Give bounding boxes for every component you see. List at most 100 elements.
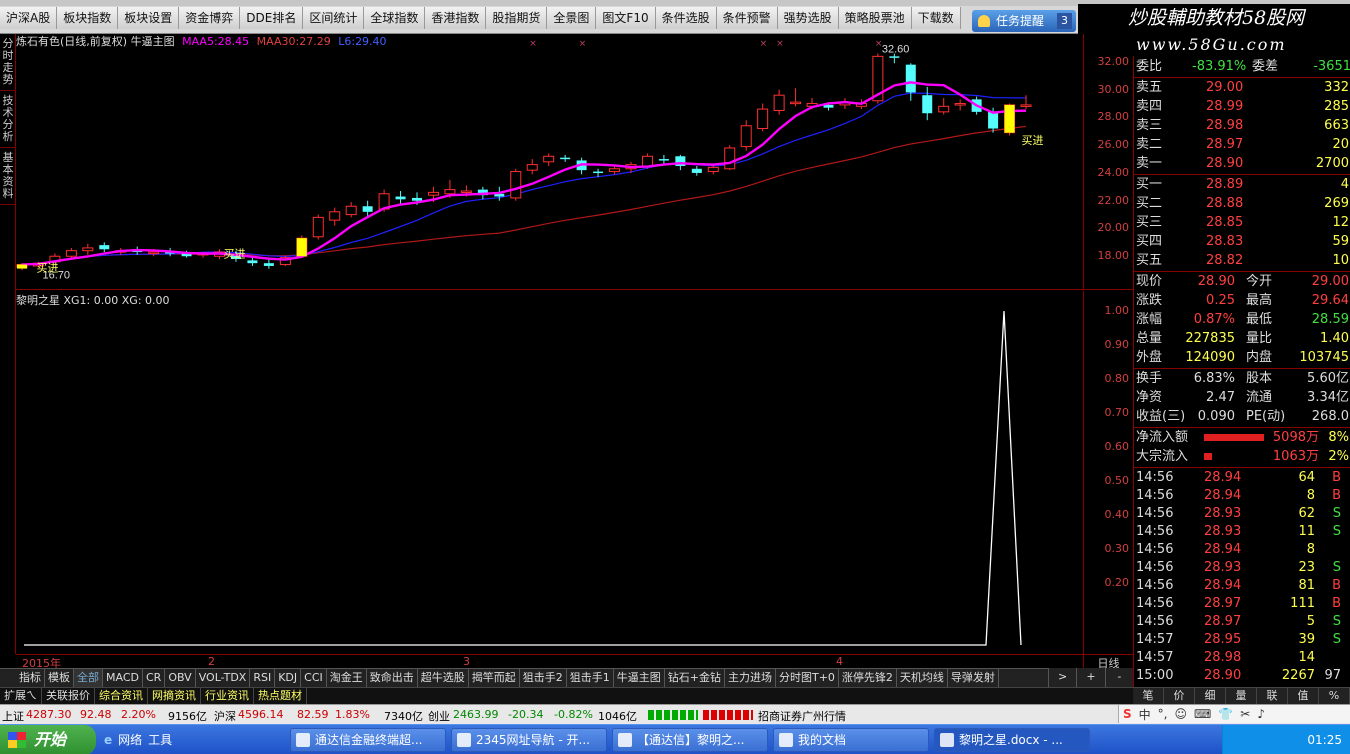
tick-row[interactable]: 14:56 28.97 5 S <box>1134 613 1350 631</box>
fund-flow-row[interactable]: 净流入额 5098万 8% <box>1134 429 1350 447</box>
indicator-tab[interactable]: RSI <box>250 669 276 687</box>
tick-row[interactable]: 15:00 28.90 2267 97 <box>1134 667 1350 685</box>
tick-row[interactable]: 14:56 28.94 81 B <box>1134 577 1350 595</box>
fundamental-row[interactable]: 收益(三) 0.090 PE(动) 268.0 <box>1134 408 1350 426</box>
indicator-tab[interactable]: 狙击手2 <box>520 669 567 687</box>
toolbar-tab[interactable]: 图文F10 <box>596 7 656 29</box>
quote-tab[interactable]: 联 <box>1257 688 1288 704</box>
toolbar-tab[interactable]: 强势选股 <box>777 7 839 29</box>
indicator-tab[interactable]: MACD <box>103 669 143 687</box>
indicator-tab[interactable]: CCI <box>301 669 327 687</box>
indicator-tab[interactable]: 钻石+金钻 <box>665 669 725 687</box>
indicator-tab[interactable]: 天机均线 <box>897 669 948 687</box>
chart-nav-button[interactable]: - <box>1104 668 1133 687</box>
toolbar-tab[interactable]: 板块指数 <box>57 7 119 29</box>
ie-icon[interactable]: e <box>104 729 112 751</box>
network-menu[interactable]: 网络 <box>118 729 142 751</box>
tick-row[interactable]: 14:56 28.97 111 B <box>1134 595 1350 613</box>
stat-row[interactable]: 涨跌 0.25 最高 29.64 <box>1134 292 1350 310</box>
price-chart-pane[interactable]: 32.60 16.70 买进 买进 买进 × × × × × <box>16 34 1083 290</box>
quote-tab[interactable]: 笔 <box>1133 688 1164 704</box>
info-tab[interactable]: 网摘资讯 <box>148 688 201 704</box>
toolbar-tab[interactable]: 策略股票池 <box>838 7 912 29</box>
stat-row[interactable]: 外盘 124090 内盘 103745 <box>1134 349 1350 367</box>
indicator-chart-pane[interactable] <box>16 291 1083 654</box>
quote-tab[interactable]: 价 <box>1164 688 1195 704</box>
tick-row[interactable]: 14:56 28.93 62 S <box>1134 505 1350 523</box>
toolbar-tab[interactable]: 下载数 <box>911 7 961 29</box>
indicator-tab[interactable]: 分时图T+0 <box>776 669 839 687</box>
info-tab[interactable]: 综合资讯 <box>95 688 148 704</box>
toolbar-tab[interactable]: 条件选股 <box>655 7 717 29</box>
taskbar-window-documents[interactable]: 我的文档 <box>773 728 929 752</box>
indicator-tab[interactable]: 狙击手1 <box>567 669 614 687</box>
toolbar-tab[interactable]: 全球指数 <box>364 7 426 29</box>
left-nav-tab[interactable]: 分时走势 <box>0 34 16 91</box>
stat-row[interactable]: 现价 28.90 今开 29.00 <box>1134 273 1350 291</box>
left-nav-tab[interactable]: 技术分析 <box>0 91 16 148</box>
tick-row[interactable]: 14:56 28.93 23 S <box>1134 559 1350 577</box>
toolbar-tab[interactable]: 板块设置 <box>118 7 180 29</box>
indicator-tab[interactable]: VOL-TDX <box>196 669 251 687</box>
taskbar-window-tdx-post[interactable]: 【通达信】黎明之... <box>612 728 768 752</box>
quote-tab[interactable]: 细 <box>1195 688 1226 704</box>
task-reminder-button[interactable]: 任务提醒 3 <box>972 10 1076 32</box>
indicator-tab[interactable]: CR <box>143 669 166 687</box>
indicator-tab[interactable]: 导弹发射 <box>948 669 999 687</box>
quote-tab[interactable]: % <box>1319 688 1350 704</box>
sogou-icon[interactable]: S <box>1123 707 1132 721</box>
bid-row[interactable]: 买四 28.83 59 <box>1134 233 1350 251</box>
start-button[interactable]: 开始 <box>0 725 96 754</box>
ask-row[interactable]: 卖二 28.97 20 <box>1134 136 1350 154</box>
tick-row[interactable]: 14:56 28.94 8 B <box>1134 487 1350 505</box>
indicator-tab[interactable]: 超牛选股 <box>418 669 469 687</box>
fund-flow-row[interactable]: 大宗流入 1063万 2% <box>1134 448 1350 466</box>
bid-row[interactable]: 买三 28.85 12 <box>1134 214 1350 232</box>
stat-row[interactable]: 总量 227835 量比 1.40 <box>1134 330 1350 348</box>
toolbar-tab[interactable]: 条件预警 <box>716 7 778 29</box>
period-selector[interactable]: 日线 <box>1083 654 1133 670</box>
ask-row[interactable]: 卖一 28.90 2700 <box>1134 155 1350 173</box>
indicator-tab[interactable]: 主力进场 <box>725 669 776 687</box>
fundamental-row[interactable]: 净资 2.47 流通 3.34亿 <box>1134 389 1350 407</box>
indicator-tab[interactable]: 全部 <box>74 669 103 687</box>
toolbar-tab[interactable]: 资金博弈 <box>179 7 241 29</box>
toolbar-tab[interactable]: 沪深A股 <box>0 7 58 29</box>
taskbar-window-word[interactable]: 黎明之星.docx - ... <box>934 728 1090 752</box>
quote-tab[interactable]: 量 <box>1226 688 1257 704</box>
keyboard-icon[interactable]: ⌨ <box>1194 707 1211 721</box>
toolbar-tab[interactable]: 区间统计 <box>303 7 365 29</box>
indicator-tab[interactable]: 涨停先锋2 <box>839 669 897 687</box>
tick-row[interactable]: 14:56 28.94 8 <box>1134 541 1350 559</box>
punct-icon[interactable]: °, <box>1158 707 1168 721</box>
weibi-row[interactable]: 委比 -83.91% 委差 -3651 <box>1134 58 1350 76</box>
fundamental-row[interactable]: 换手 6.83% 股本 5.60亿 <box>1134 370 1350 388</box>
toolbar-tab[interactable]: 全景图 <box>547 7 597 29</box>
indicator-tab[interactable]: 指标 <box>16 669 45 687</box>
info-tab[interactable]: 行业资讯 <box>201 688 254 704</box>
ask-row[interactable]: 卖三 28.98 663 <box>1134 117 1350 135</box>
emoji-icon[interactable]: ☺ <box>1175 707 1188 721</box>
chart-nav-button[interactable]: > <box>1048 668 1076 687</box>
tools-icon[interactable]: ✂ <box>1240 707 1250 721</box>
ask-row[interactable]: 卖四 28.99 285 <box>1134 98 1350 116</box>
info-tab[interactable]: 扩展ㄟ <box>0 688 42 704</box>
tick-row[interactable]: 14:57 28.95 39 S <box>1134 631 1350 649</box>
indicator-tab[interactable]: OBV <box>165 669 196 687</box>
taskbar-window-browser[interactable]: 2345网址导航 - 开... <box>451 728 607 752</box>
info-tab[interactable]: 热点题材 <box>254 688 307 704</box>
left-nav-tab[interactable]: 基本资料 <box>0 148 16 205</box>
bid-row[interactable]: 买二 28.88 269 <box>1134 195 1350 213</box>
music-icon[interactable]: ♪ <box>1257 707 1265 721</box>
indicator-tab[interactable]: 揭竿而起 <box>469 669 520 687</box>
bid-row[interactable]: 买五 28.82 10 <box>1134 252 1350 270</box>
toolbar-tab[interactable]: 股指期货 <box>486 7 548 29</box>
indicator-tab[interactable]: 致命出击 <box>367 669 418 687</box>
tools-menu[interactable]: 工具 <box>148 729 172 751</box>
bid-row[interactable]: 买一 28.89 4 <box>1134 176 1350 194</box>
indicator-tab[interactable]: 牛逼主图 <box>614 669 665 687</box>
tick-row[interactable]: 14:56 28.93 11 S <box>1134 523 1350 541</box>
toolbar-tab[interactable]: DDE排名 <box>240 7 304 29</box>
stat-row[interactable]: 涨幅 0.87% 最低 28.59 <box>1134 311 1350 329</box>
tick-row[interactable]: 14:56 28.94 64 B <box>1134 469 1350 487</box>
